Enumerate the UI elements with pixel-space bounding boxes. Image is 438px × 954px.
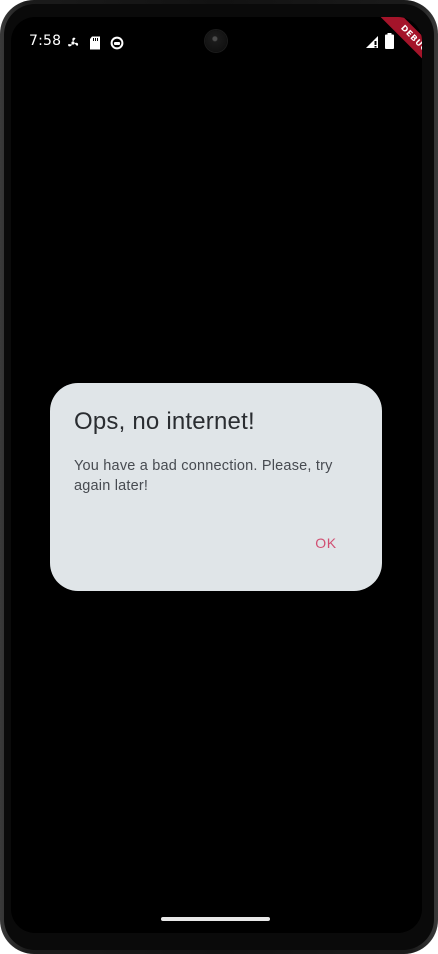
battery-icon	[385, 33, 394, 53]
device-frame: 7:58 DEBUG Ops, no internet! You have a …	[0, 0, 438, 954]
sd-card-icon	[89, 35, 101, 54]
no-internet-dialog: Ops, no internet! You have a bad connect…	[50, 383, 382, 591]
dialog-title: Ops, no internet!	[74, 408, 255, 435]
status-bar: 7:58	[11, 17, 422, 67]
fan-icon	[66, 35, 80, 54]
dialog-message: You have a bad connection. Please, try a…	[74, 458, 333, 494]
home-indicator[interactable]	[161, 917, 270, 921]
status-time: 7:58	[29, 33, 62, 49]
ok-button[interactable]: OK	[298, 525, 354, 561]
front-camera	[205, 30, 227, 52]
sync-icon	[110, 35, 124, 54]
screen: 7:58 DEBUG Ops, no internet! You have a …	[11, 17, 422, 933]
signal-icon	[366, 34, 379, 53]
